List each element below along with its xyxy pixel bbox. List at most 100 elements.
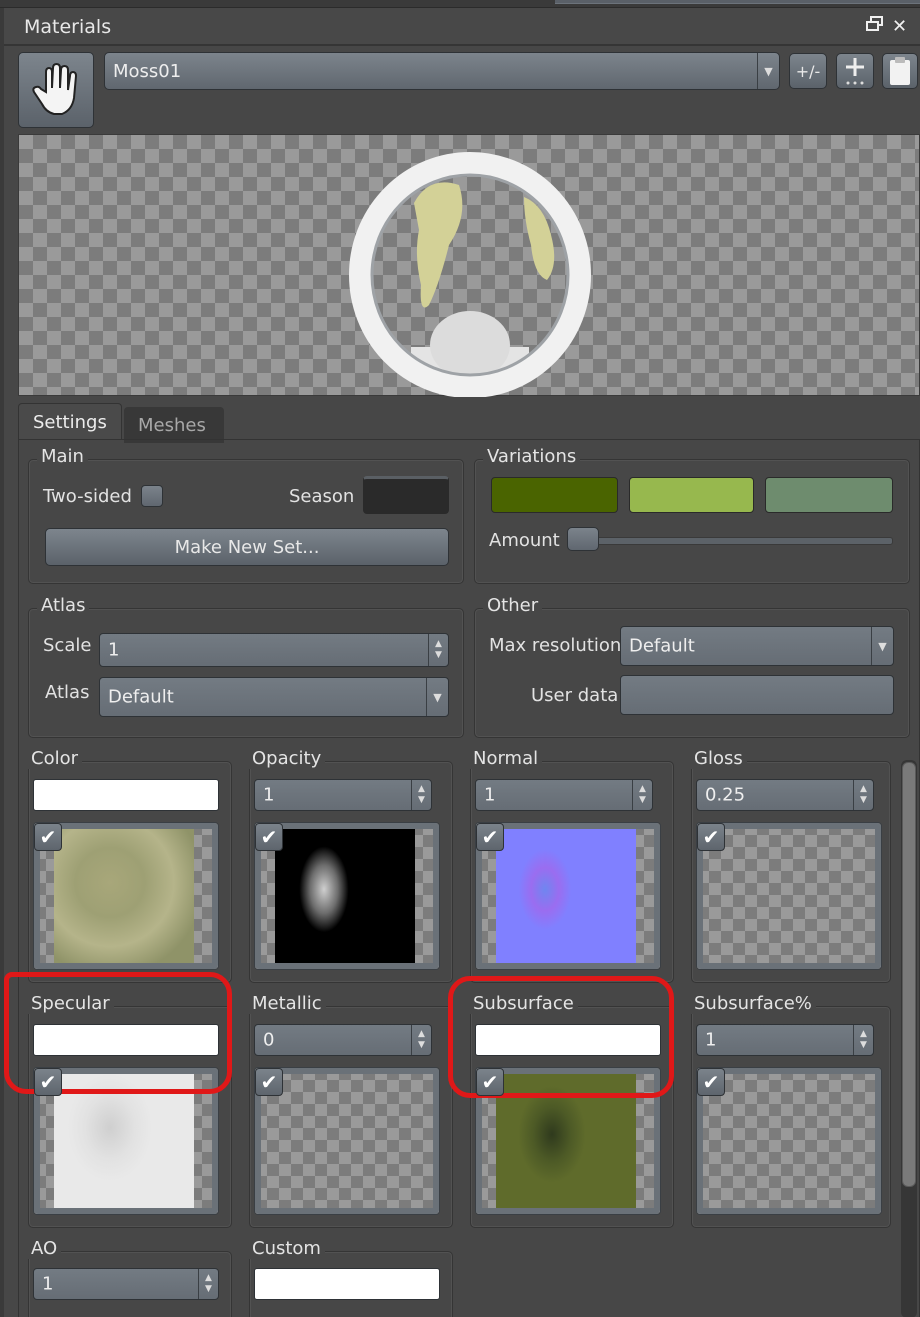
variation-color-2[interactable]: [629, 477, 754, 513]
channel-texture-thumbnail: [496, 829, 636, 963]
variations-group: Variations Amount: [474, 446, 910, 584]
plus-minus-button[interactable]: +/-: [789, 53, 827, 89]
channel-texture-slot[interactable]: ✔: [254, 822, 440, 970]
scale-value: 1: [108, 639, 120, 661]
channel-card-color: Color ✔: [27, 748, 232, 983]
channel-value-input[interactable]: 0.25 ▲ ▼: [696, 779, 874, 811]
channel-card-ao: AO 1 ▲ ▼: [27, 1238, 232, 1317]
channel-texture-slot[interactable]: ✔: [475, 822, 661, 970]
variation-color-3[interactable]: [765, 477, 893, 513]
channel-card-opacity: Opacity 1 ▲ ▼ ✔: [248, 748, 453, 983]
add-material-button[interactable]: [836, 53, 874, 89]
texture-enabled-checkbox[interactable]: ✔: [697, 823, 725, 851]
channel-color-swatch[interactable]: [254, 1268, 440, 1300]
channel-card-subsurface: Subsurface ✔: [469, 993, 674, 1228]
atlas-value: Default: [108, 686, 174, 708]
channel-value-spinner[interactable]: ▲ ▼: [853, 1025, 873, 1055]
atlas-label: Atlas: [45, 682, 90, 703]
material-preview[interactable]: [18, 134, 920, 397]
variation-color-1[interactable]: [491, 477, 618, 513]
chevron-down-icon[interactable]: ▼: [757, 53, 779, 89]
max-resolution-dropdown[interactable]: Default ▼: [620, 626, 894, 666]
other-group-title: Other: [483, 595, 543, 616]
texture-enabled-checkbox[interactable]: ✔: [697, 1068, 725, 1096]
scrollbar-thumb[interactable]: [902, 762, 916, 1187]
texture-enabled-checkbox[interactable]: ✔: [476, 823, 504, 851]
season-color-swatch[interactable]: [363, 476, 449, 514]
hand-tool-button[interactable]: [18, 52, 94, 128]
channel-value-input[interactable]: 1 ▲ ▼: [254, 779, 432, 811]
amount-slider-thumb[interactable]: [567, 527, 599, 551]
channel-value-spinner[interactable]: ▲ ▼: [853, 780, 873, 810]
channel-value: 1: [42, 1273, 54, 1295]
scale-label: Scale: [43, 635, 92, 656]
channel-value-input[interactable]: 0 ▲ ▼: [254, 1024, 432, 1056]
tab-meshes[interactable]: Meshes: [124, 407, 224, 443]
channel-color-swatch[interactable]: [475, 1024, 661, 1056]
channel-texture-slot[interactable]: ✔: [33, 1067, 219, 1215]
channel-value-input[interactable]: 1 ▲ ▼: [696, 1024, 874, 1056]
channel-value: 1: [263, 784, 275, 806]
texture-enabled-checkbox[interactable]: ✔: [476, 1068, 504, 1096]
channel-value-spinner[interactable]: ▲ ▼: [198, 1269, 218, 1299]
hand-icon: [32, 62, 78, 115]
channel-texture-slot[interactable]: ✔: [33, 822, 219, 970]
channel-color-swatch[interactable]: [33, 779, 219, 811]
atlas-dropdown[interactable]: Default ▼: [99, 677, 449, 717]
clipboard-icon: [890, 57, 910, 85]
channel-texture-thumbnail: [54, 1074, 194, 1208]
atlas-group-title: Atlas: [37, 595, 90, 616]
channel-card-specular: Specular ✔: [27, 993, 232, 1228]
channel-value: 0: [263, 1029, 275, 1051]
scale-input[interactable]: 1 ▲ ▼: [99, 633, 449, 667]
channel-value-input[interactable]: 1 ▲ ▼: [33, 1268, 219, 1300]
channel-value: 1: [705, 1029, 717, 1051]
channel-texture-slot[interactable]: ✔: [696, 822, 882, 970]
channel-card-normal: Normal 1 ▲ ▼ ✔: [469, 748, 674, 983]
checkmark-icon: ✔: [481, 1070, 499, 1094]
add-icon: [846, 58, 864, 85]
checkmark-icon: ✔: [260, 825, 278, 849]
channel-value-spinner[interactable]: ▲ ▼: [411, 1025, 431, 1055]
main-group-title: Main: [37, 446, 88, 467]
texture-enabled-checkbox[interactable]: ✔: [34, 823, 62, 851]
atlas-group: Atlas Scale 1 ▲ ▼ Atlas Default ▼: [28, 595, 464, 738]
chevron-down-icon[interactable]: ▼: [871, 627, 893, 665]
texture-enabled-checkbox[interactable]: ✔: [255, 1068, 283, 1096]
channel-label: Normal: [469, 748, 543, 769]
scale-spinner[interactable]: ▲ ▼: [428, 634, 448, 666]
vertical-scrollbar[interactable]: [901, 760, 917, 1317]
texture-enabled-checkbox[interactable]: ✔: [34, 1068, 62, 1096]
plus-minus-label: +/-: [795, 61, 821, 81]
channel-card-gloss: Gloss 0.25 ▲ ▼ ✔: [690, 748, 891, 983]
channel-label: Metallic: [248, 993, 326, 1014]
tab-settings[interactable]: Settings: [18, 403, 122, 439]
channel-color-swatch[interactable]: [33, 1024, 219, 1056]
float-window-icon[interactable]: [866, 16, 884, 37]
channel-value-spinner[interactable]: ▲ ▼: [632, 780, 652, 810]
channel-card-custom: Custom: [248, 1238, 453, 1317]
close-icon[interactable]: ✕: [892, 16, 907, 37]
channel-texture-thumbnail: [496, 1074, 636, 1208]
paste-button[interactable]: [882, 53, 918, 89]
channel-value-input[interactable]: 1 ▲ ▼: [475, 779, 653, 811]
chevron-down-icon[interactable]: ▼: [426, 678, 448, 716]
two-sided-checkbox[interactable]: [141, 485, 163, 507]
channel-value-spinner[interactable]: ▲ ▼: [411, 780, 431, 810]
channel-texture-slot[interactable]: ✔: [254, 1067, 440, 1215]
texture-enabled-checkbox[interactable]: ✔: [255, 823, 283, 851]
channel-texture-slot[interactable]: ✔: [475, 1067, 661, 1215]
user-data-label: User data: [531, 685, 619, 706]
material-selector[interactable]: Moss01 ▼: [104, 52, 780, 90]
top-strip: [0, 0, 920, 8]
make-new-set-button[interactable]: Make New Set...: [45, 528, 449, 566]
checkmark-icon: ✔: [481, 825, 499, 849]
channel-label: Specular: [27, 993, 114, 1014]
amount-slider-track[interactable]: [575, 537, 893, 545]
season-label: Season: [289, 486, 355, 507]
channel-value: 1: [484, 784, 496, 806]
channel-texture-slot[interactable]: ✔: [696, 1067, 882, 1215]
user-data-input[interactable]: [620, 675, 894, 715]
make-new-set-label: Make New Set...: [174, 536, 320, 558]
amount-label: Amount: [489, 530, 560, 551]
